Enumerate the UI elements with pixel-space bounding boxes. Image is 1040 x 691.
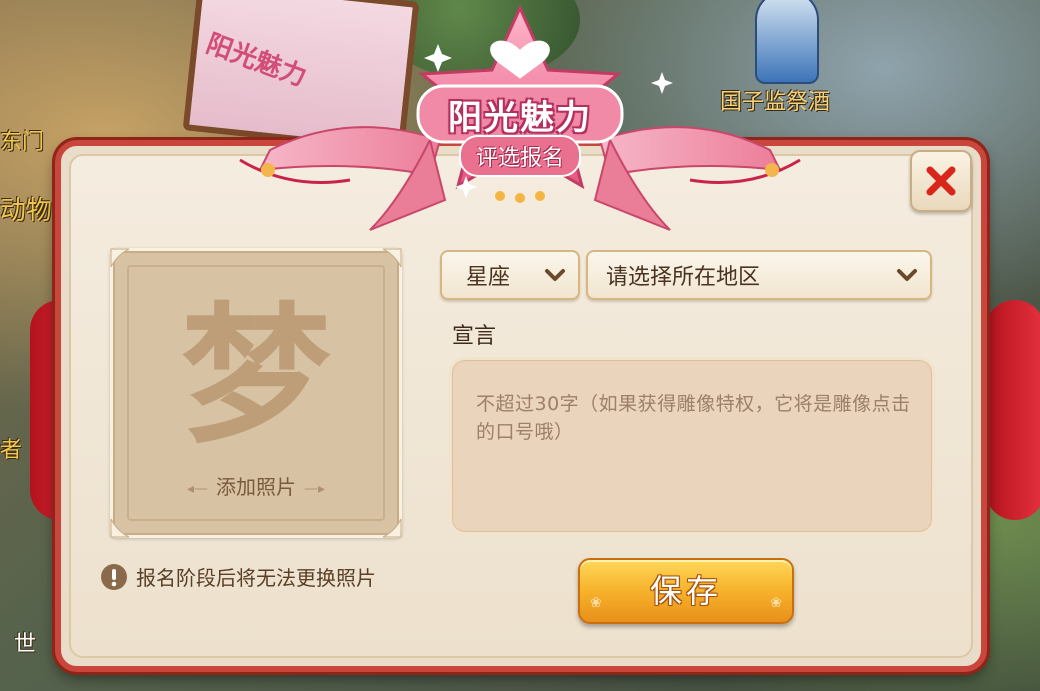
chevron-down-icon xyxy=(897,269,917,281)
location-label-world: 世 xyxy=(14,632,37,657)
declaration-placeholder: 不超过30字（如果获得雕像特权，它将是雕像点击的口号哦） xyxy=(476,393,911,443)
location-label-item: 动物 xyxy=(0,196,53,226)
corner-ornament-icon xyxy=(110,518,130,538)
photo-change-notice: 报名阶段后将无法更换照片 xyxy=(100,562,376,591)
save-button-label: 保存 xyxy=(649,572,722,610)
title-badge: 阳光魅力 评选报名 xyxy=(230,0,810,240)
dialog-subtitle: 评选报名 xyxy=(475,146,564,171)
add-photo-label: ◂— 添加照片 —▸ xyxy=(186,475,326,499)
close-button[interactable] xyxy=(910,150,972,212)
corner-ornament-icon xyxy=(382,518,402,538)
chevron-down-icon xyxy=(545,269,565,281)
add-photo-text: 添加照片 xyxy=(216,475,296,499)
region-select[interactable]: 请选择所在地区 xyxy=(586,250,932,300)
declaration-input[interactable]: 不超过30字（如果获得雕像特权，它将是雕像点击的口号哦） xyxy=(449,357,935,535)
close-x-icon xyxy=(926,166,956,196)
notice-text: 报名阶段后将无法更换照片 xyxy=(136,566,376,590)
location-label-person: 者 xyxy=(0,438,23,463)
declaration-label: 宣言 xyxy=(452,324,497,349)
exclamation-icon xyxy=(101,563,127,590)
location-label-gate: 东门 xyxy=(0,130,45,155)
swirl-ornament-icon: ❀ xyxy=(770,595,782,611)
region-select-value: 请选择所在地区 xyxy=(606,265,761,290)
swirl-ornament-icon: ❀ xyxy=(590,595,602,611)
dialog-title: 阳光魅力 xyxy=(448,98,592,138)
zodiac-select-value: 星座 xyxy=(466,265,511,290)
add-photo-button[interactable]: 梦 ◂— 添加照片 —▸ xyxy=(110,248,402,538)
corner-ornament-icon xyxy=(382,248,402,268)
corner-ornament-icon xyxy=(110,248,130,268)
ribbon-right xyxy=(985,300,1040,520)
save-button[interactable]: ❀ 保存 ❀ xyxy=(578,558,794,624)
dream-logo-watermark-icon: 梦 xyxy=(180,288,331,464)
zodiac-select[interactable]: 星座 xyxy=(440,250,580,300)
